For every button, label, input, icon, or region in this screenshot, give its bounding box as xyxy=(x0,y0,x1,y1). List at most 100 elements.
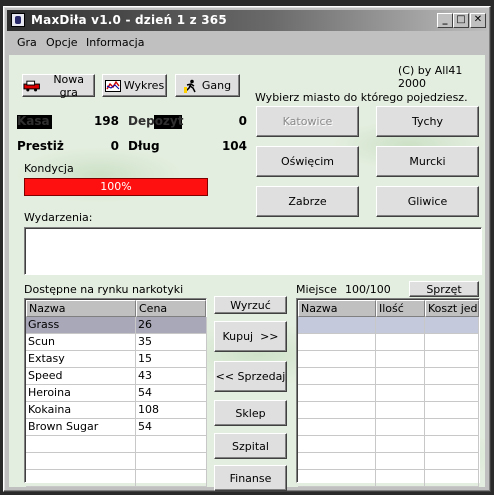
market-row[interactable]: Brown Sugar 54 xyxy=(26,419,207,436)
inventory-cell xyxy=(425,351,479,368)
finance-button[interactable]: Finanse xyxy=(214,465,287,491)
market-cell-price xyxy=(136,453,207,470)
city-oswiecim-button[interactable]: Oświęcim xyxy=(256,146,359,177)
deposit-label: Depozyt xyxy=(128,114,184,128)
market-cell-price xyxy=(136,470,207,487)
inventory-header-name[interactable]: Nazwa xyxy=(298,300,376,317)
main-window: MaxDiła v1.0 - dzień 1 z 365 _ □ ✕ Gra O… xyxy=(3,6,491,492)
inventory-cell xyxy=(376,470,425,487)
prestige-label: Prestiż xyxy=(17,139,64,153)
minimize-button[interactable]: _ xyxy=(437,13,453,28)
chart-button[interactable]: Wykres xyxy=(102,74,167,97)
city-zabrze-button[interactable]: Zabrze xyxy=(256,186,359,217)
hospital-button[interactable]: Szpital xyxy=(214,433,287,459)
inventory-cell xyxy=(376,453,425,470)
inventory-cell xyxy=(425,436,479,453)
market-header-name[interactable]: Nazwa xyxy=(26,300,136,317)
inventory-cell xyxy=(376,419,425,436)
new-game-label: Nowa gra xyxy=(53,72,85,99)
maximize-button[interactable]: □ xyxy=(453,13,469,28)
inventory-cell xyxy=(425,453,479,470)
new-game-button[interactable]: Nowa gra xyxy=(22,72,95,99)
inventory-cell xyxy=(298,402,376,419)
market-row[interactable]: Grass 26 xyxy=(26,317,207,334)
inventory-header-unit-cost[interactable]: Koszt jedn xyxy=(425,300,479,317)
market-row[interactable] xyxy=(26,470,207,487)
sell-button[interactable]: << Sprzedaj xyxy=(214,361,287,392)
title-bar[interactable]: MaxDiła v1.0 - dzień 1 z 365 _ □ ✕ xyxy=(7,10,487,31)
prestige-value: 0 xyxy=(110,139,119,153)
inventory-cell xyxy=(376,334,425,351)
inventory-cell xyxy=(425,368,479,385)
inventory-row[interactable] xyxy=(298,419,479,436)
cash-label: Kasa xyxy=(17,114,50,128)
inventory-row[interactable] xyxy=(298,470,479,487)
market-cell-name xyxy=(26,453,136,470)
app-icon[interactable] xyxy=(11,13,25,27)
menu-gra[interactable]: Gra xyxy=(17,34,37,52)
inventory-row[interactable] xyxy=(298,436,479,453)
inventory-cell xyxy=(425,334,479,351)
city-prompt: Wybierz miasto do którego pojedziesz. xyxy=(255,91,468,104)
inventory-row[interactable] xyxy=(298,453,479,470)
city-murcki-button[interactable]: Murcki xyxy=(376,146,479,177)
city-tychy-button[interactable]: Tychy xyxy=(376,106,479,137)
city-gliwice-button[interactable]: Gliwice xyxy=(376,186,479,217)
events-label: Wydarzenia: xyxy=(24,211,93,224)
gear-button[interactable]: Sprzęt xyxy=(409,281,479,297)
market-cell-price: 35 xyxy=(136,334,207,351)
menu-opcje[interactable]: Opcje xyxy=(46,34,78,52)
market-row[interactable]: Heroina 54 xyxy=(26,385,207,402)
shop-button[interactable]: Sklep xyxy=(214,400,287,426)
close-button[interactable]: ✕ xyxy=(470,13,486,28)
city-katowice-button[interactable]: Katowice xyxy=(256,106,359,137)
chart-label: Wykres xyxy=(123,79,165,92)
menu-informacja[interactable]: Informacja xyxy=(86,34,144,52)
market-row[interactable] xyxy=(26,453,207,470)
inventory-cell xyxy=(376,402,425,419)
inventory-row[interactable] xyxy=(298,368,479,385)
market-row[interactable] xyxy=(26,436,207,453)
gang-button[interactable]: Gang xyxy=(175,74,240,97)
inventory-row[interactable] xyxy=(298,351,479,368)
inventory-cell xyxy=(425,419,479,436)
window-title: MaxDiła v1.0 - dzień 1 z 365 xyxy=(31,13,227,27)
inventory-cell xyxy=(425,385,479,402)
market-row[interactable]: Speed 43 xyxy=(26,368,207,385)
inventory-cell xyxy=(425,317,479,334)
inventory-header-qty[interactable]: Ilość xyxy=(376,300,425,317)
market-table: Nazwa Cena Grass 26 Scun 35 Extasy 15 Speed 43 H… xyxy=(24,298,207,487)
inventory-cell xyxy=(376,436,425,453)
market-cell-name: Kokaina xyxy=(26,402,136,419)
market-row[interactable]: Kokaina 108 xyxy=(26,402,207,419)
market-cell-price xyxy=(136,436,207,453)
inventory-row[interactable] xyxy=(298,317,479,334)
menu-bar: Gra Opcje Informacja xyxy=(7,34,487,52)
condition-label: Kondycja xyxy=(24,162,74,175)
inventory-table: Nazwa Ilość Koszt jedn xyxy=(296,298,480,487)
market-row[interactable]: Extasy 15 xyxy=(26,351,207,368)
dump-button[interactable]: Wyrzuć xyxy=(214,296,287,314)
market-cell-price: 15 xyxy=(136,351,207,368)
inventory-row[interactable] xyxy=(298,385,479,402)
inventory-cell xyxy=(298,317,376,334)
car-icon xyxy=(23,80,40,91)
market-cell-name: Grass xyxy=(26,317,136,334)
debt-label: Dług xyxy=(128,139,160,153)
market-header-price[interactable]: Cena xyxy=(136,300,206,317)
inventory-row[interactable] xyxy=(298,334,479,351)
market-cell-price: 54 xyxy=(136,385,207,402)
market-cell-name: Brown Sugar xyxy=(26,419,136,436)
buy-button[interactable]: Kupuj >> xyxy=(214,321,287,352)
market-cell-name: Scun xyxy=(26,334,136,351)
inventory-row[interactable] xyxy=(298,402,479,419)
space-label: Miejsce xyxy=(296,283,337,296)
inventory-cell xyxy=(298,385,376,402)
market-cell-name: Speed xyxy=(26,368,136,385)
events-box xyxy=(24,227,482,275)
market-cell-name: Extasy xyxy=(26,351,136,368)
inventory-cell xyxy=(425,402,479,419)
inventory-cell xyxy=(298,453,376,470)
market-row[interactable]: Scun 35 xyxy=(26,334,207,351)
inventory-cell xyxy=(376,368,425,385)
